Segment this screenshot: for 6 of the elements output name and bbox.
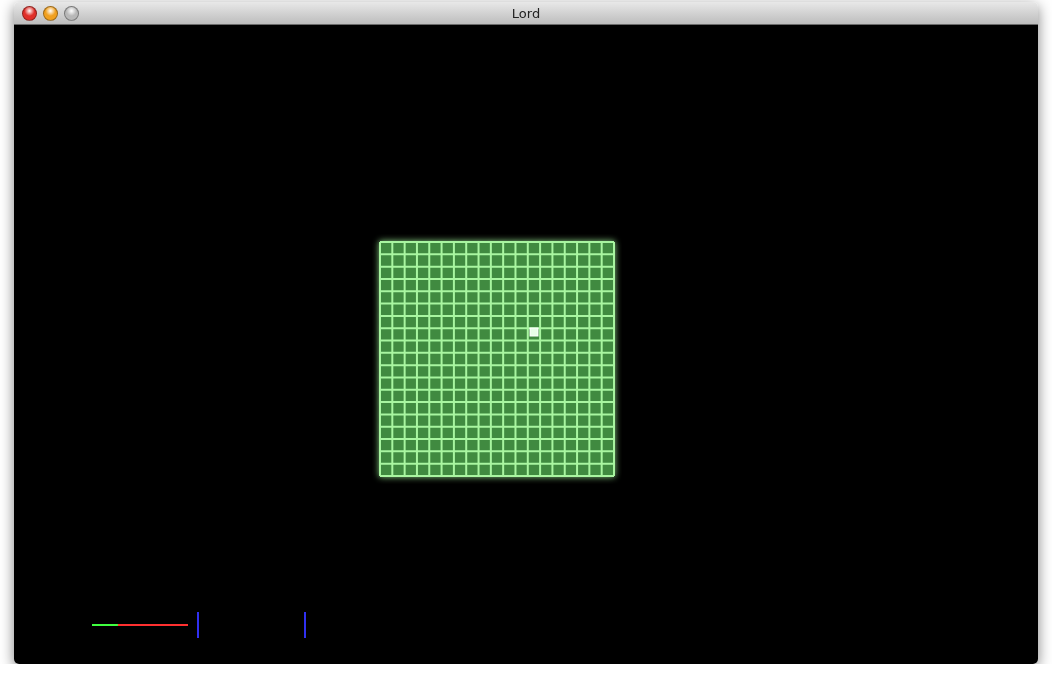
marker-line <box>197 612 199 638</box>
minimize-button[interactable] <box>43 5 58 21</box>
zoom-button[interactable] <box>64 5 79 21</box>
close-button[interactable] <box>22 5 37 21</box>
marker-line <box>304 612 306 638</box>
window-title: Lord <box>511 5 541 21</box>
